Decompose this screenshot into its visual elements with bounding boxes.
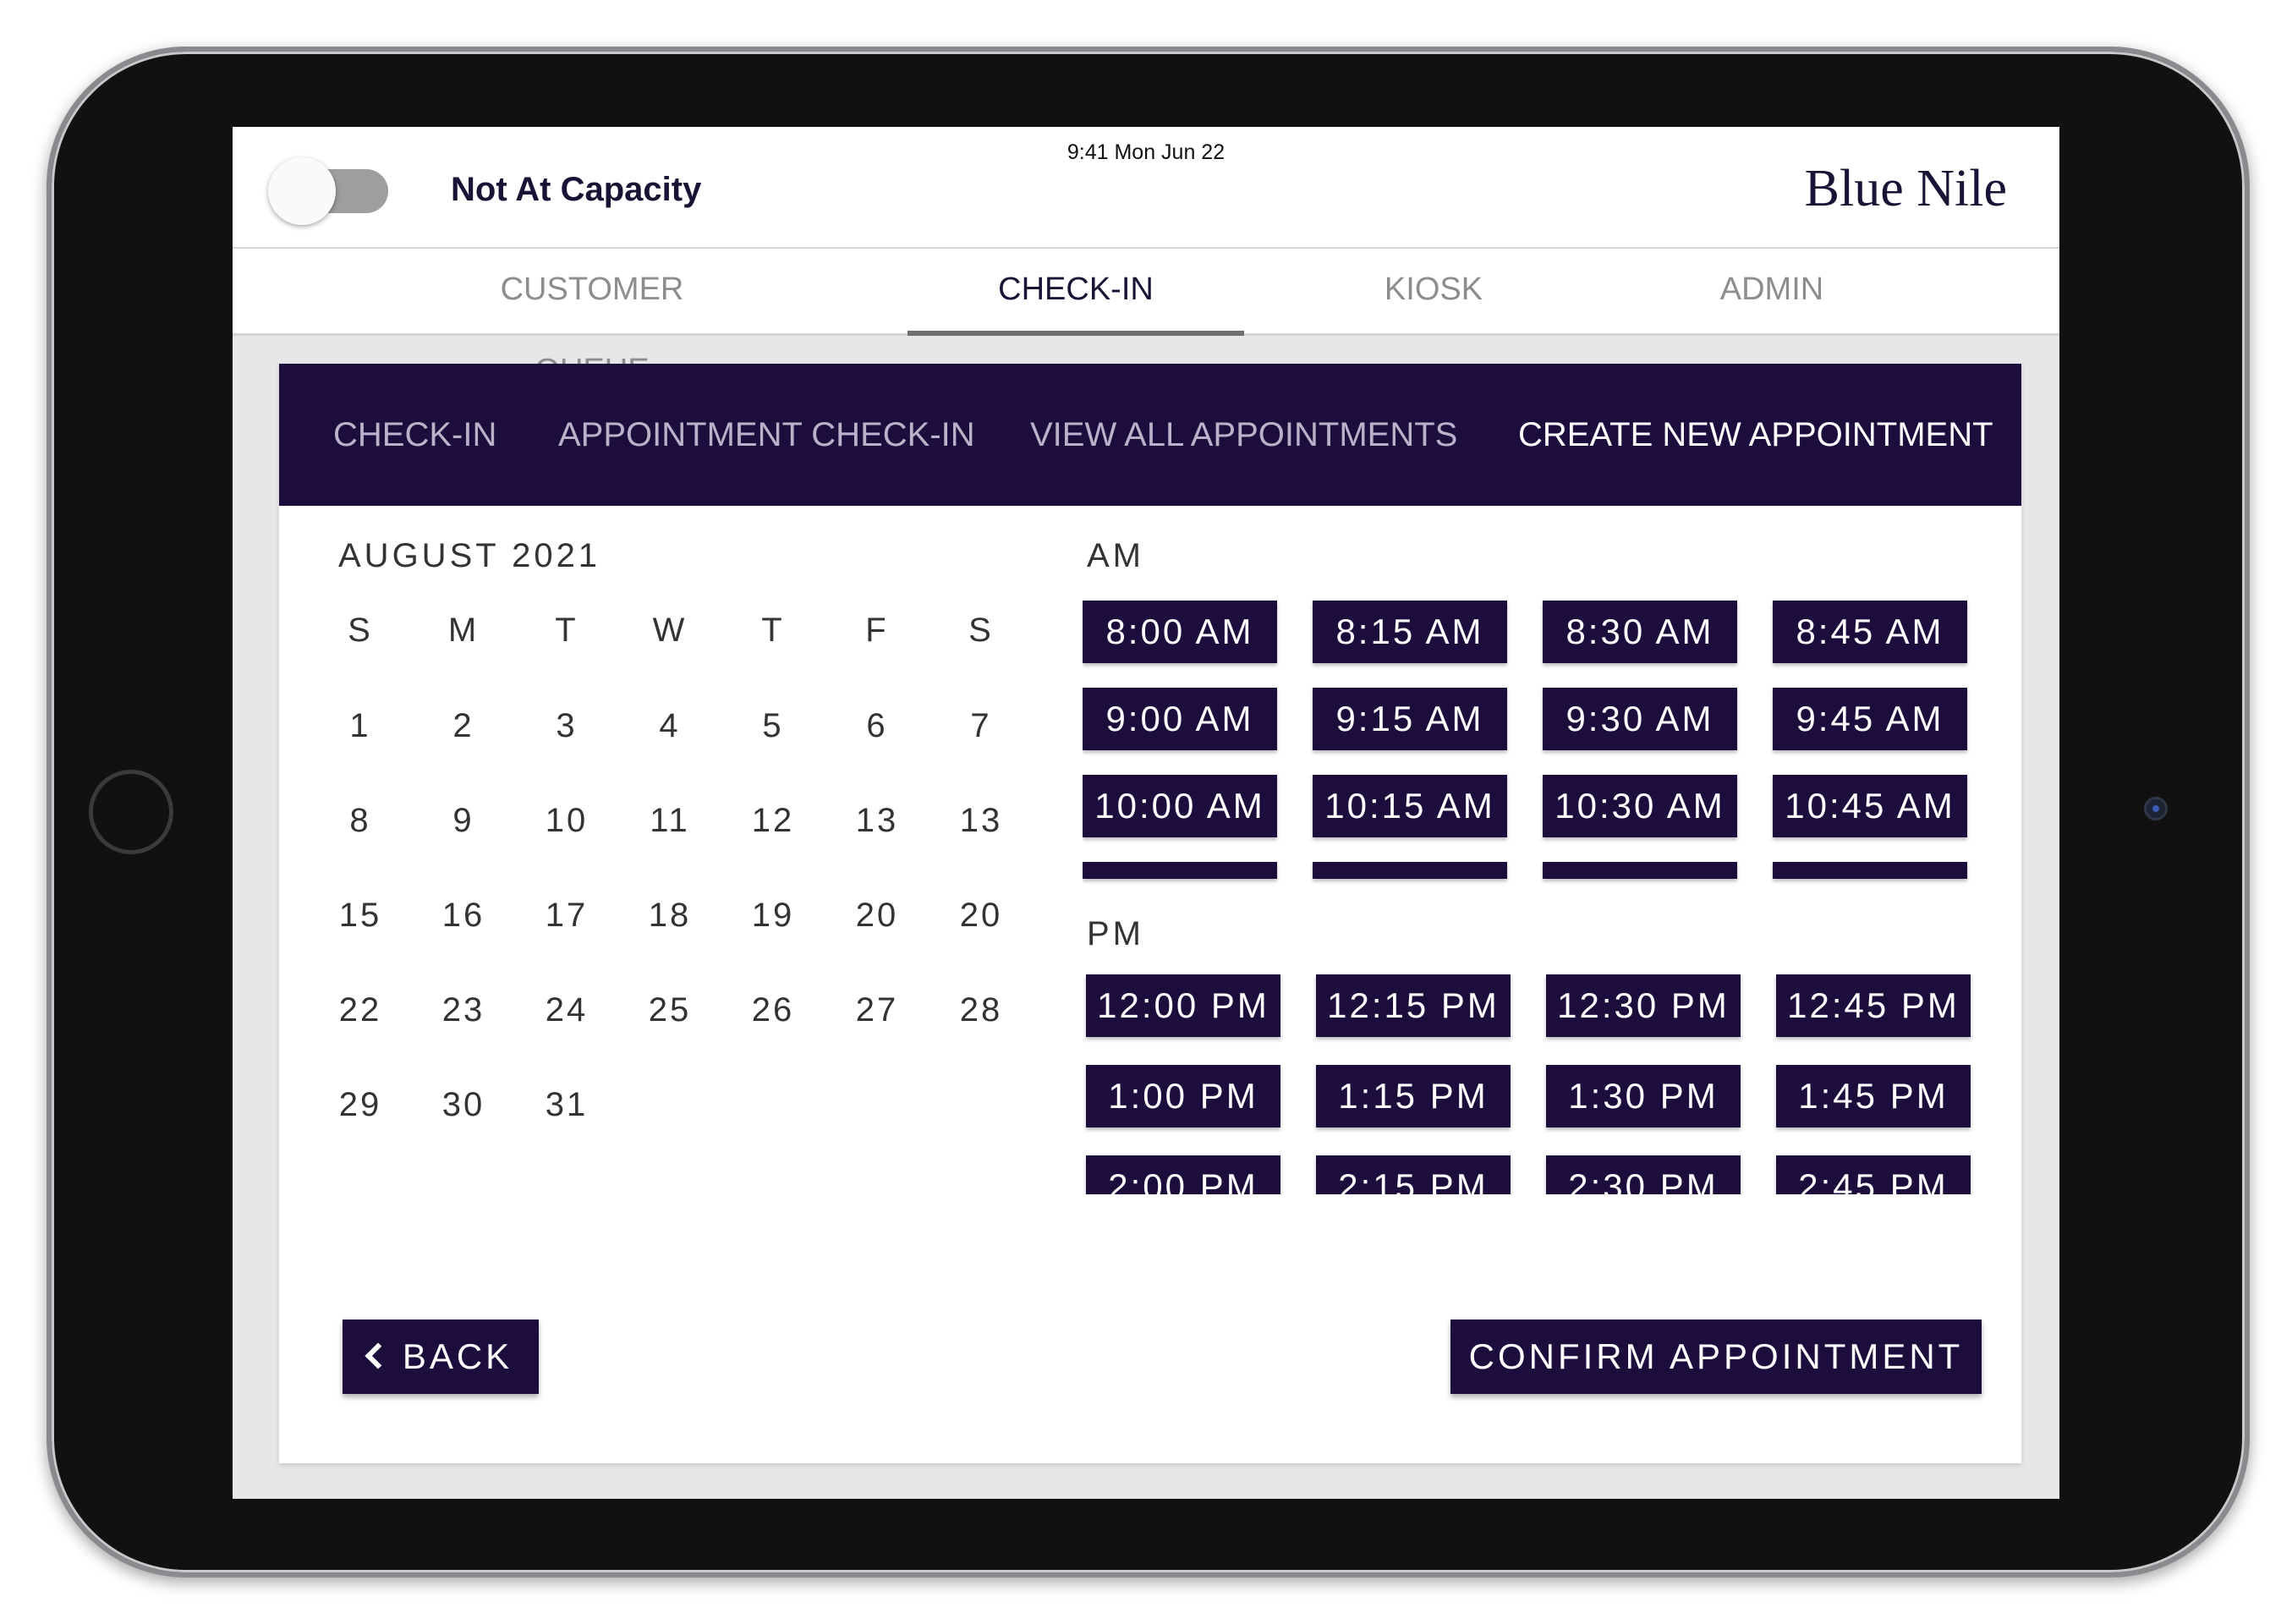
pm-time-slot[interactable]: 12:00 PM — [1086, 974, 1280, 1037]
capacity-toggle[interactable] — [268, 157, 395, 225]
calendar-day[interactable]: 20 — [843, 897, 911, 935]
calendar-day[interactable]: 19 — [739, 897, 807, 935]
subtab-check-in[interactable]: CHECK-IN — [333, 364, 496, 506]
am-time-slot[interactable]: 8:00 AM — [1083, 601, 1277, 663]
weekday-header: S — [348, 612, 373, 649]
calendar-day[interactable]: 3 — [533, 707, 600, 745]
am-time-slot[interactable] — [1313, 862, 1507, 879]
am-time-slot[interactable] — [1083, 862, 1277, 879]
subtab-view-all-appointments[interactable]: VIEW ALL APPOINTMENTS — [1030, 364, 1457, 506]
calendar-day[interactable]: 18 — [636, 897, 704, 935]
toggle-knob — [268, 157, 336, 225]
subtab-create-new-appointment[interactable]: CREATE NEW APPOINTMENT — [1518, 364, 1993, 506]
am-time-slot[interactable]: 9:45 AM — [1773, 688, 1967, 750]
calendar-day[interactable]: 10 — [533, 802, 600, 840]
am-time-slot[interactable]: 8:15 AM — [1313, 601, 1507, 663]
pm-time-slot[interactable]: 2:00 PM — [1086, 1155, 1280, 1194]
calendar-day[interactable]: 1 — [326, 707, 394, 745]
am-time-slots: 8:00 AM 8:15 AM 8:30 AM 8:45 AM 9:00 AM 9:15 … — [1083, 601, 1979, 922]
weekday-header: M — [447, 612, 480, 649]
capacity-label: Not At Capacity — [451, 171, 702, 208]
calendar-day[interactable]: 16 — [430, 897, 497, 935]
calendar-day[interactable]: 5 — [739, 707, 807, 745]
tab-admin[interactable]: ADMIN — [1704, 249, 1840, 333]
calendar-day[interactable]: 22 — [326, 991, 394, 1029]
pm-time-slot[interactable]: 1:00 PM — [1086, 1065, 1280, 1127]
am-time-slot[interactable]: 10:00 AM — [1083, 775, 1277, 837]
subtab-appointment-check-in[interactable]: APPOINTMENT CHECK-IN — [558, 364, 975, 506]
tab-kiosk[interactable]: KIOSK — [1366, 249, 1501, 333]
calendar-day[interactable]: 11 — [636, 802, 704, 840]
calendar-day[interactable]: 25 — [636, 991, 704, 1029]
pm-time-slot[interactable]: 12:30 PM — [1546, 974, 1741, 1037]
tab-check-in[interactable]: CHECK-IN — [907, 249, 1244, 336]
calendar-day[interactable]: 29 — [326, 1086, 394, 1124]
appointment-card: CHECK-IN APPOINTMENT CHECK-IN VIEW ALL A… — [279, 364, 2021, 1463]
camera-lens — [2144, 797, 2168, 820]
pm-time-slots: 12:00 PM 12:15 PM 12:30 PM 12:45 PM 1:00 PM 1… — [1083, 974, 1979, 1194]
weekday-header: F — [865, 612, 889, 649]
calendar-day[interactable]: 13 — [843, 802, 911, 840]
calendar-day[interactable]: 15 — [326, 897, 394, 935]
pm-time-slot[interactable]: 2:15 PM — [1316, 1155, 1511, 1194]
weekday-header: T — [761, 612, 785, 649]
am-time-slot[interactable]: 10:15 AM — [1313, 775, 1507, 837]
pm-time-slot[interactable]: 2:30 PM — [1546, 1155, 1741, 1194]
back-button-label: BACK — [402, 1336, 513, 1376]
pm-time-slot[interactable]: 1:30 PM — [1546, 1065, 1741, 1127]
calendar-day[interactable]: 31 — [533, 1086, 600, 1124]
calendar-day[interactable]: 8 — [326, 802, 394, 840]
pm-time-slot[interactable]: 2:45 PM — [1776, 1155, 1971, 1194]
am-time-slot[interactable]: 9:00 AM — [1083, 688, 1277, 750]
chevron-left-icon — [365, 1342, 392, 1369]
am-time-slot[interactable] — [1543, 862, 1737, 879]
calendar-day[interactable]: 28 — [947, 991, 1015, 1029]
am-time-slot[interactable]: 10:45 AM — [1773, 775, 1967, 837]
back-button[interactable]: BACK — [343, 1320, 539, 1394]
pm-time-slot[interactable]: 12:15 PM — [1316, 974, 1511, 1037]
weekday-header: S — [968, 612, 994, 649]
pm-label: PM — [1087, 915, 1144, 952]
am-label: AM — [1087, 537, 1144, 574]
pm-time-slot[interactable]: 1:45 PM — [1776, 1065, 1971, 1127]
am-time-slot[interactable]: 10:30 AM — [1543, 775, 1737, 837]
calendar-day[interactable]: 20 — [947, 897, 1015, 935]
confirm-appointment-button[interactable]: CONFIRM APPOINTMENT — [1450, 1320, 1982, 1394]
calendar-day[interactable]: 17 — [533, 897, 600, 935]
weekday-header: W — [652, 612, 688, 649]
calendar-day[interactable]: 9 — [430, 802, 497, 840]
calendar-day[interactable]: 12 — [739, 802, 807, 840]
calendar-month-title: AUGUST 2021 — [338, 537, 601, 574]
brand-logo: Blue Nile — [1804, 160, 2007, 217]
calendar-day[interactable]: 23 — [430, 991, 497, 1029]
tab-customer-queue[interactable]: CUSTOMER QUEUE — [444, 249, 740, 388]
sub-nav-bar: CHECK-IN APPOINTMENT CHECK-IN VIEW ALL A… — [279, 364, 2021, 506]
calendar-day[interactable]: 30 — [430, 1086, 497, 1124]
calendar-day[interactable]: 24 — [533, 991, 600, 1029]
calendar-day[interactable]: 13 — [947, 802, 1015, 840]
am-time-slot[interactable]: 8:30 AM — [1543, 601, 1737, 663]
calendar-day[interactable]: 7 — [947, 707, 1015, 745]
pm-time-slot[interactable]: 1:15 PM — [1316, 1065, 1511, 1127]
calendar-day[interactable]: 6 — [843, 707, 911, 745]
app-header: 9:41 Mon Jun 22 Not At Capacity Blue Nil… — [233, 127, 2059, 249]
home-button[interactable] — [89, 770, 173, 854]
main-tab-bar: CUSTOMER QUEUE CHECK-IN KIOSK ADMIN — [233, 249, 2059, 388]
app-screen: 9:41 Mon Jun 22 Not At Capacity Blue Nil… — [233, 127, 2059, 1499]
weekday-header: T — [555, 612, 578, 649]
calendar-day[interactable]: 2 — [430, 707, 497, 745]
am-time-slot[interactable]: 9:15 AM — [1313, 688, 1507, 750]
calendar-day[interactable]: 27 — [843, 991, 911, 1029]
status-bar-time: 9:41 Mon Jun 22 — [1066, 140, 1226, 164]
pm-time-slot[interactable]: 12:45 PM — [1776, 974, 1971, 1037]
am-time-slot[interactable] — [1773, 862, 1967, 879]
am-time-slot[interactable]: 8:45 AM — [1773, 601, 1967, 663]
calendar-day[interactable]: 26 — [739, 991, 807, 1029]
am-time-slot[interactable]: 9:30 AM — [1543, 688, 1737, 750]
calendar-day[interactable]: 4 — [636, 707, 704, 745]
